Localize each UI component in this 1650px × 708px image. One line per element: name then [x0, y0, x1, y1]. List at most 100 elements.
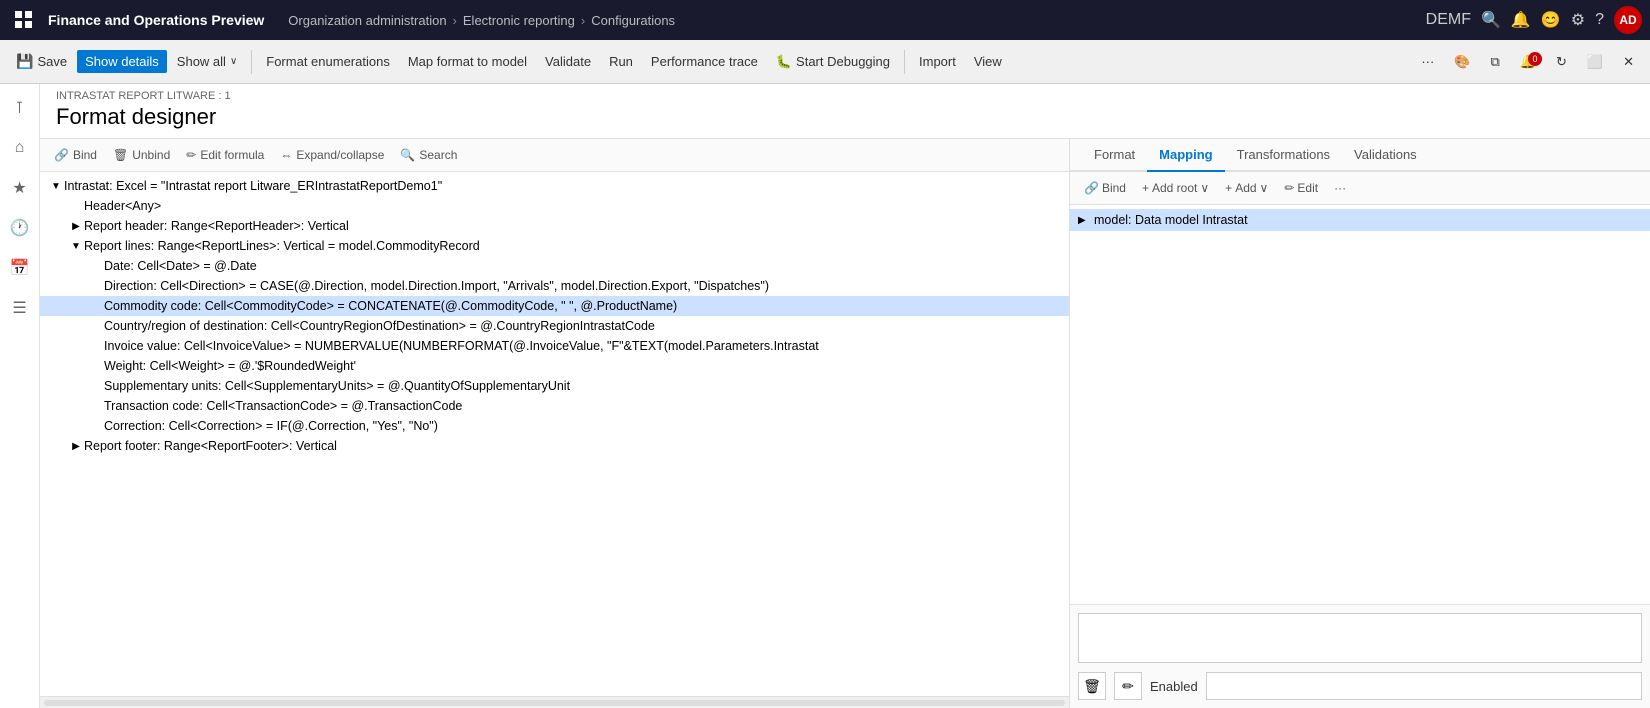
edit-formula-button[interactable]: ✏ Edit formula [180, 145, 270, 165]
show-all-chevron: ∨ [230, 56, 237, 67]
sidebar-icon-filter[interactable]: ⊺ [4, 92, 36, 124]
start-debugging-button[interactable]: 🐛 Start Debugging [768, 50, 898, 74]
notification-badge: 0 [1528, 52, 1542, 66]
tree-item-text: Report header: Range<ReportHeader>: Vert… [84, 219, 349, 233]
tree-item[interactable]: ▶Report footer: Range<ReportFooter>: Ver… [40, 436, 1069, 456]
toolbar-panel-button[interactable]: ⧉ [1483, 50, 1508, 74]
toolbar-sep-2 [904, 50, 905, 74]
tree-item[interactable]: Transaction code: Cell<TransactionCode> … [40, 396, 1069, 416]
tree-item-text: Correction: Cell<Correction> = IF(@.Corr… [104, 419, 438, 433]
scroll-track[interactable] [44, 700, 1065, 706]
format-scrollbar[interactable] [40, 696, 1069, 708]
tab-format[interactable]: Format [1082, 139, 1147, 172]
toolbar: 💾 Save Show details Show all ∨ Format en… [0, 40, 1650, 84]
tree-expander[interactable]: ▼ [68, 241, 84, 252]
edit-icon-button[interactable]: ✏ [1114, 672, 1142, 700]
page-header: INTRASTAT REPORT LITWARE : 1 Format desi… [40, 84, 1650, 139]
validate-button[interactable]: Validate [537, 50, 599, 73]
edit-button[interactable]: ✏ Edit [1278, 178, 1324, 198]
tab-mapping[interactable]: Mapping [1147, 139, 1224, 172]
enabled-input[interactable] [1206, 672, 1642, 700]
tree-expander[interactable]: ▼ [48, 181, 64, 192]
restore-button[interactable]: ⬜ [1579, 50, 1611, 74]
tree-expander[interactable]: ▶ [68, 221, 84, 232]
bind-button[interactable]: 🔗 Bind [48, 145, 103, 165]
run-button[interactable]: Run [601, 50, 641, 73]
tree-item-text: Weight: Cell<Weight> = @.'$RoundedWeight… [104, 359, 356, 373]
tree-item-text: Country/region of destination: Cell<Coun… [104, 319, 655, 333]
toolbar-more-button[interactable]: ··· [1413, 50, 1442, 73]
tree-item[interactable]: Country/region of destination: Cell<Coun… [40, 316, 1069, 336]
designer-area: 🔗 Bind 🗑 Unbind ✏ Edit formula ⇔ Expand/… [40, 139, 1650, 708]
show-all-button[interactable]: Show all ∨ [169, 50, 245, 73]
tree-item-text: Supplementary units: Cell<SupplementaryU… [104, 379, 570, 393]
sidebar-icon-home[interactable]: ⌂ [4, 132, 36, 164]
format-toolbar: 🔗 Bind 🗑 Unbind ✏ Edit formula ⇔ Expand/… [40, 139, 1069, 172]
demf-label: DEMF [1426, 11, 1471, 29]
gear-icon[interactable]: ⚙ [1571, 10, 1585, 30]
format-tree: ▼Intrastat: Excel = "Intrastat report Li… [40, 172, 1069, 696]
tree-item[interactable]: Invoice value: Cell<InvoiceValue> = NUMB… [40, 336, 1069, 356]
breadcrumb-config[interactable]: Configurations [591, 13, 675, 28]
sidebar-icon-clock[interactable]: 🕐 [4, 212, 36, 244]
content-area: INTRASTAT REPORT LITWARE : 1 Format desi… [40, 84, 1650, 708]
import-button[interactable]: Import [911, 50, 964, 73]
tree-item-text: Report footer: Range<ReportFooter>: Vert… [84, 439, 337, 453]
formula-textarea[interactable] [1078, 613, 1642, 663]
tree-item[interactable]: Weight: Cell<Weight> = @.'$RoundedWeight… [40, 356, 1069, 376]
sidebar-icon-star[interactable]: ★ [4, 172, 36, 204]
tree-item[interactable]: Correction: Cell<Correction> = IF(@.Corr… [40, 416, 1069, 436]
mapping-expander[interactable]: ▶ [1078, 215, 1094, 226]
notification-btn[interactable]: 🔔 0 [1512, 50, 1544, 74]
delete-icon-button[interactable]: 🗑 [1078, 672, 1106, 700]
tree-item[interactable]: Supplementary units: Cell<SupplementaryU… [40, 376, 1069, 396]
show-details-button[interactable]: Show details [77, 50, 167, 73]
expand-collapse-button[interactable]: ⇔ Expand/collapse [274, 145, 390, 165]
format-enumerations-button[interactable]: Format enumerations [258, 50, 398, 73]
tree-item-text: Header<Any> [84, 199, 161, 213]
format-panel: 🔗 Bind 🗑 Unbind ✏ Edit formula ⇔ Expand/… [40, 139, 1070, 708]
tree-item[interactable]: Direction: Cell<Direction> = CASE(@.Dire… [40, 276, 1069, 296]
close-button[interactable]: ✕ [1615, 50, 1642, 74]
add-button[interactable]: + Add ∨ [1219, 178, 1274, 198]
tab-validations[interactable]: Validations [1342, 139, 1429, 172]
performance-trace-button[interactable]: Performance trace [643, 50, 766, 73]
tree-item[interactable]: ▶Report header: Range<ReportHeader>: Ver… [40, 216, 1069, 236]
smiley-icon[interactable]: 😊 [1541, 10, 1561, 30]
tree-item[interactable]: ▼Report lines: Range<ReportLines>: Verti… [40, 236, 1069, 256]
refresh-button[interactable]: ↻ [1548, 50, 1575, 74]
tab-transformations[interactable]: Transformations [1225, 139, 1342, 172]
breadcrumb-er[interactable]: Electronic reporting [463, 13, 575, 28]
user-avatar[interactable]: AD [1614, 6, 1642, 34]
add-root-button[interactable]: + Add root ∨ [1136, 178, 1215, 198]
tree-item[interactable]: ▼Intrastat: Excel = "Intrastat report Li… [40, 176, 1069, 196]
breadcrumb-org[interactable]: Organization administration [288, 13, 446, 28]
view-button[interactable]: View [966, 50, 1010, 73]
app-grid-icon[interactable] [8, 4, 40, 36]
sidebar-icon-list[interactable]: ☰ [4, 292, 36, 324]
tree-expander[interactable]: ▶ [68, 441, 84, 452]
mapping-item-text: model: Data model Intrastat [1094, 213, 1248, 227]
unbind-button[interactable]: 🗑 Unbind [107, 145, 176, 165]
add-root-plus-icon: + [1142, 181, 1149, 195]
sidebar-icons: ⊺ ⌂ ★ 🕐 📅 ☰ [0, 84, 40, 708]
search-button[interactable]: 🔍 Search [394, 145, 463, 165]
edit-pencil-icon: ✏ [1284, 181, 1294, 195]
mapping-tree-item[interactable]: ▶model: Data model Intrastat [1070, 209, 1650, 231]
search-icon[interactable]: 🔍 [1481, 10, 1501, 30]
mapping-tree: ▶model: Data model Intrastat [1070, 205, 1650, 604]
tree-item[interactable]: Commodity code: Cell<CommodityCode> = CO… [40, 296, 1069, 316]
delete-icon: 🗑 [1083, 678, 1101, 695]
more-options-button[interactable]: ··· [1328, 178, 1352, 198]
tree-item[interactable]: Date: Cell<Date> = @.Date [40, 256, 1069, 276]
map-format-to-model-button[interactable]: Map format to model [400, 50, 535, 73]
save-button[interactable]: 💾 Save [8, 49, 75, 74]
help-icon[interactable]: ? [1595, 11, 1604, 29]
add-plus-icon: + [1225, 181, 1232, 195]
expand-icon: ⇔ [280, 148, 292, 162]
mapping-bind-button[interactable]: 🔗 Bind [1078, 178, 1132, 198]
toolbar-palette-button[interactable]: 🎨 [1446, 50, 1478, 74]
bell-icon[interactable]: 🔔 [1511, 10, 1531, 30]
tree-item[interactable]: Header<Any> [40, 196, 1069, 216]
sidebar-icon-calendar[interactable]: 📅 [4, 252, 36, 284]
